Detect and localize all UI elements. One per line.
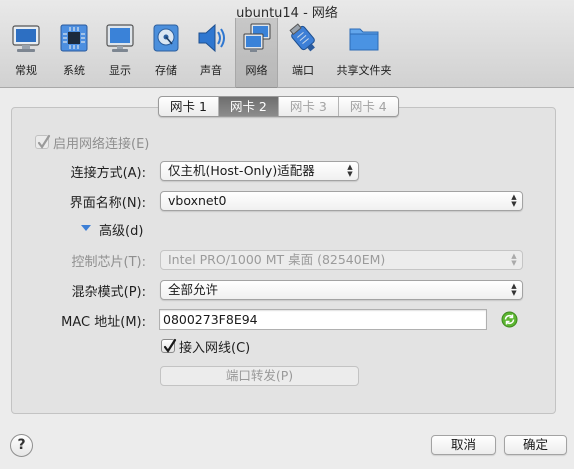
cancel-button[interactable]: 取消 (431, 435, 496, 455)
general-icon (10, 22, 42, 54)
network-icon (241, 22, 273, 54)
cable-connected-checkbox[interactable] (161, 338, 177, 353)
toolbar-item-network[interactable]: 网络 (235, 18, 278, 88)
toolbar-item-label: 系统 (63, 64, 85, 77)
advanced-label[interactable]: 高级(d) (99, 220, 143, 239)
enable-adapter-label: 启用网络连接(E) (53, 137, 150, 152)
toolbar-item-label: 端口 (292, 64, 314, 77)
port-forwarding-button[interactable]: 端口转发(P) (160, 366, 359, 386)
tab-adapter-2[interactable]: 网卡 2 (218, 97, 279, 116)
toolbar: ubuntu14 - 网络 常规 系统 显示 存储 声音 网络 端口 共享文件夹 (0, 0, 574, 88)
tab-adapter-1[interactable]: 网卡 1 (159, 97, 219, 116)
toolbar-item-ports[interactable]: 端口 (285, 20, 321, 86)
shared-folder-icon (348, 22, 380, 54)
adapter-type-select[interactable]: Intel PRO/1000 MT 桌面 (82540EM) ▲ ▼ (160, 250, 523, 270)
settings-window: ubuntu14 - 网络 常规 系统 显示 存储 声音 网络 端口 共享文件夹… (0, 0, 574, 469)
select-arrows-icon: ▲ ▼ (347, 163, 353, 178)
toolbar-item-label: 共享文件夹 (336, 64, 392, 77)
refresh-mac-icon[interactable] (501, 311, 518, 328)
toolbar-item-general[interactable]: 常规 (8, 20, 44, 86)
adapter-type-label: 控制芯片(T): (71, 255, 146, 270)
promiscuous-mode-value: 全部允许 (168, 282, 219, 297)
promiscuous-mode-label: 混杂模式(P): (71, 285, 146, 300)
toolbar-item-system[interactable]: 系统 (56, 20, 92, 86)
adapter-tabs: 网卡 1 网卡 2 网卡 3 网卡 4 (158, 96, 399, 117)
ok-button[interactable]: 确定 (504, 435, 567, 455)
select-arrows-icon: ▲ ▼ (511, 282, 517, 297)
select-arrows-icon: ▲ ▼ (511, 193, 517, 208)
adapter-type-value: Intel PRO/1000 MT 桌面 (82540EM) (168, 252, 386, 267)
toolbar-item-audio[interactable]: 声音 (193, 20, 229, 86)
promiscuous-mode-select[interactable]: 全部允许 ▲ ▼ (160, 280, 523, 300)
help-button[interactable]: ? (10, 434, 33, 457)
select-arrows-icon: ▲ ▼ (511, 252, 517, 267)
toolbar-item-storage[interactable]: 存储 (148, 20, 184, 86)
advanced-disclosure-icon[interactable] (80, 222, 92, 234)
cable-connected-label: 接入网线(C) (179, 341, 251, 356)
toolbar-item-label: 存储 (155, 64, 177, 77)
toolbar-item-shared-folders[interactable]: 共享文件夹 (334, 20, 394, 86)
mac-address-field[interactable]: 0800273F8E94 (159, 309, 487, 330)
checkmark-icon (37, 134, 51, 149)
checkmark-icon (163, 338, 177, 353)
attached-to-select[interactable]: 仅主机(Host-Only)适配器 ▲ ▼ (160, 161, 359, 181)
storage-icon (150, 22, 182, 54)
interface-name-value: vboxnet0 (168, 193, 227, 208)
mac-address-label: MAC 地址(M): (61, 315, 146, 330)
tab-adapter-4[interactable]: 网卡 4 (339, 97, 398, 116)
interface-name-label: 界面名称(N): (69, 196, 146, 211)
audio-icon (195, 22, 227, 54)
toolbar-item-label: 网络 (245, 64, 268, 77)
window-title: ubuntu14 - 网络 (236, 6, 338, 21)
system-icon (58, 22, 90, 54)
toolbar-item-label: 显示 (109, 64, 131, 77)
toolbar-item-display[interactable]: 显示 (102, 20, 138, 86)
enable-adapter-checkbox[interactable] (35, 134, 51, 149)
attached-to-label: 连接方式(A): (70, 166, 146, 181)
tab-adapter-3[interactable]: 网卡 3 (279, 97, 339, 116)
display-icon (104, 22, 136, 54)
toolbar-item-label: 声音 (200, 64, 222, 77)
attached-to-value: 仅主机(Host-Only)适配器 (168, 163, 315, 178)
interface-name-select[interactable]: vboxnet0 ▲ ▼ (160, 191, 523, 211)
ports-icon (287, 22, 319, 54)
toolbar-item-label: 常规 (15, 64, 37, 77)
